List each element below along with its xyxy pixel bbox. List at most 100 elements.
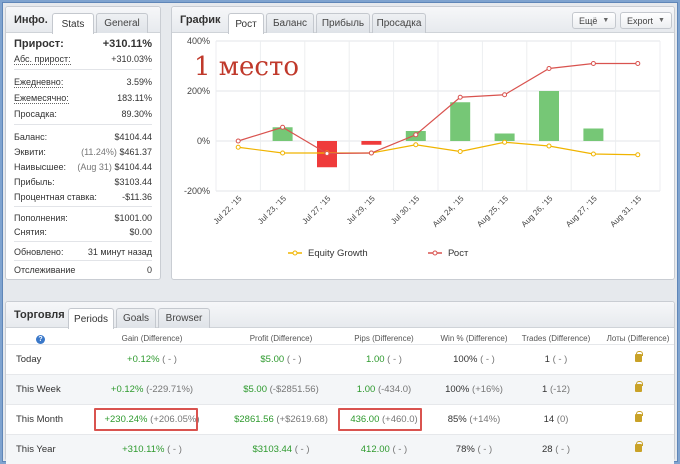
data-point bbox=[280, 124, 286, 130]
data-point bbox=[457, 149, 463, 154]
separator bbox=[14, 241, 152, 242]
interest-label: Процентная ставка: bbox=[14, 192, 97, 202]
col-profit[interactable]: Profit (Difference) bbox=[226, 334, 336, 343]
profit-value: $3103.44 bbox=[114, 177, 152, 187]
data-point bbox=[413, 142, 419, 148]
data-point bbox=[546, 143, 552, 149]
profit-label: Прибыль: bbox=[14, 177, 55, 187]
gain-diff-cell: ( - ) bbox=[167, 444, 182, 455]
legend-marker bbox=[432, 250, 438, 256]
daily-row: Ежедневно: 3.59% bbox=[14, 77, 152, 88]
chart-panel: График Рост Баланс Прибыль Просадка Ещё … bbox=[171, 6, 675, 280]
data-point bbox=[368, 150, 374, 156]
equity-value: $461.37 bbox=[119, 147, 152, 157]
period-name: This Week bbox=[16, 384, 61, 395]
monthly-label[interactable]: Ежемесячно: bbox=[14, 93, 69, 104]
lock-icon[interactable] bbox=[634, 441, 643, 452]
lock-icon[interactable] bbox=[634, 381, 643, 392]
tracking-row: Отслеживание 0 bbox=[14, 265, 152, 275]
period-name: This Month bbox=[16, 414, 63, 425]
withdrawals-label: Снятия: bbox=[14, 227, 47, 237]
gain-value: +310.11% bbox=[102, 38, 152, 50]
help-icon[interactable]: ? bbox=[36, 335, 45, 344]
equity-pct: (11.24%) bbox=[81, 147, 117, 157]
profit-cell: $5.00 bbox=[260, 354, 285, 365]
gain-cell: +310.11% bbox=[122, 444, 165, 455]
highest-value: $4104.44 bbox=[114, 162, 152, 172]
abs-gain-label[interactable]: Абс. прирост: bbox=[14, 54, 71, 65]
tab-periods[interactable]: Periods bbox=[68, 308, 114, 329]
withdrawals-row: Снятия: $0.00 bbox=[14, 227, 152, 237]
balance-row: Баланс: $4104.44 bbox=[14, 132, 152, 142]
y-tick-label: 400% bbox=[187, 36, 210, 46]
updated-label: Обновлено: bbox=[14, 247, 64, 257]
data-point bbox=[280, 150, 286, 156]
x-tick-label: Jul 30, '15 bbox=[389, 194, 421, 226]
annotation-text: 1 место bbox=[194, 52, 299, 82]
gain-row: Прирост: +310.11% bbox=[14, 38, 152, 50]
win-cell: 85% bbox=[447, 414, 467, 425]
x-tick-label: Aug 31, '15 bbox=[608, 194, 643, 229]
y-tick-label: 0% bbox=[197, 136, 210, 146]
daily-label[interactable]: Ежедневно: bbox=[14, 77, 64, 88]
help-cell[interactable]: ? bbox=[36, 334, 45, 344]
trading-panel: Торговля Periods Goals Browser ? Gain (D… bbox=[5, 301, 675, 464]
trading-title: Торговля bbox=[14, 309, 65, 321]
tab-goals[interactable]: Goals bbox=[116, 308, 156, 328]
y-tick-label: -200% bbox=[184, 186, 210, 196]
win-diff-cell: (+14%) bbox=[469, 414, 501, 425]
tracking-label: Отслеживание bbox=[14, 265, 76, 275]
x-tick-label: Aug 25, '15 bbox=[475, 194, 510, 229]
info-title: Инфо. bbox=[14, 14, 48, 26]
interest-value: -$11.36 bbox=[122, 192, 152, 202]
daily-value: 3.59% bbox=[126, 77, 152, 87]
pips-diff-cell: (-434.0) bbox=[377, 384, 412, 395]
gain-diff-cell: ( - ) bbox=[162, 354, 177, 365]
tab-browser[interactable]: Browser bbox=[158, 308, 210, 328]
data-point bbox=[590, 61, 596, 66]
highlight-box-pips bbox=[338, 408, 422, 431]
x-tick-label: Aug 24, '15 bbox=[431, 194, 466, 229]
abs-gain-row: Абс. прирост: +310.03% bbox=[14, 54, 152, 65]
data-point bbox=[502, 139, 508, 145]
win-diff-cell: ( - ) bbox=[477, 444, 493, 455]
data-point bbox=[413, 132, 419, 138]
x-tick-label: Jul 27, '15 bbox=[300, 194, 332, 226]
profit-diff-cell: ( - ) bbox=[286, 354, 302, 365]
trades-cell: 14 bbox=[543, 414, 555, 425]
deposits-row: Пополнения: $1001.00 bbox=[14, 213, 152, 223]
x-tick-label: Aug 27, '15 bbox=[564, 194, 599, 229]
y-tick-label: 200% bbox=[187, 86, 210, 96]
info-panel: Инфо. Stats General Прирост: +310.11% Аб… bbox=[5, 6, 161, 280]
info-panel-header: Инфо. Stats General bbox=[6, 7, 160, 34]
table-row: This Year +310.11% ( - ) $3103.44 ( - ) … bbox=[6, 434, 674, 464]
col-pips[interactable]: Pips (Difference) bbox=[334, 334, 434, 343]
win-cell: 100% bbox=[445, 384, 470, 395]
period-name: Today bbox=[16, 354, 42, 365]
data-point bbox=[635, 61, 641, 66]
bar bbox=[361, 141, 382, 145]
highest-row: Наивысшее: (Aug 31) $4104.44 bbox=[14, 162, 152, 172]
highest-date: (Aug 31) bbox=[77, 162, 112, 172]
tab-general[interactable]: General bbox=[96, 13, 148, 33]
pips-cell: 1.00 bbox=[356, 384, 376, 395]
updated-row: Обновлено: 31 минут назад bbox=[14, 247, 152, 257]
pips-diff-cell: ( - ) bbox=[387, 354, 402, 365]
x-tick-label: Jul 23, '15 bbox=[256, 194, 288, 226]
pips-cell: 1.00 bbox=[366, 354, 385, 365]
col-lots[interactable]: Лоты (Difference) bbox=[590, 334, 680, 343]
x-tick-label: Jul 22, '15 bbox=[212, 194, 244, 226]
profit-diff-cell: (-$2851.56) bbox=[269, 384, 319, 395]
balance-value: $4104.44 bbox=[114, 132, 152, 142]
col-gain[interactable]: Gain (Difference) bbox=[102, 334, 202, 343]
lock-icon[interactable] bbox=[634, 351, 643, 362]
tab-stats[interactable]: Stats bbox=[52, 13, 94, 34]
deposits-value: $1001.00 bbox=[114, 213, 152, 223]
trades-cell: 1 bbox=[542, 384, 548, 395]
lock-icon[interactable] bbox=[634, 411, 643, 422]
separator bbox=[14, 124, 152, 125]
pips-cell: 412.00 bbox=[360, 444, 390, 455]
separator bbox=[14, 69, 152, 70]
profit-cell: $3103.44 bbox=[252, 444, 293, 455]
gain-cell: +0.12% bbox=[110, 384, 144, 395]
